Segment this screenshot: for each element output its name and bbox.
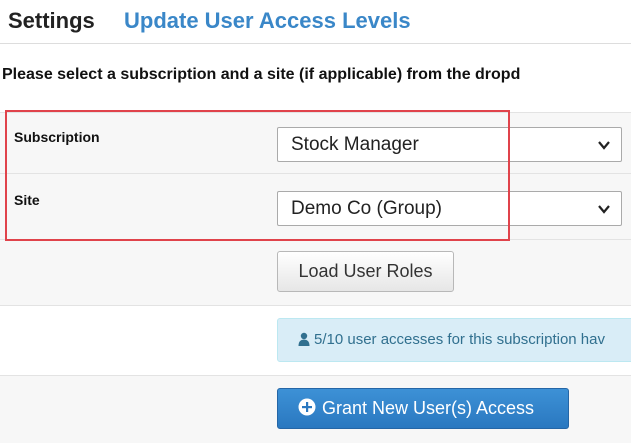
load-user-roles-button[interactable]: Load User Roles (277, 251, 454, 292)
subscription-select[interactable]: Stock Manager (277, 127, 622, 162)
grant-new-user-access-button[interactable]: Grant New User(s) Access (277, 388, 569, 429)
plus-circle-icon (298, 398, 316, 416)
subscription-row: Subscription Stock Manager (0, 112, 631, 174)
page-header: Settings Update User Access Levels (0, 0, 631, 44)
grant-row: Grant New User(s) Access (0, 376, 631, 443)
site-label: Site (14, 192, 40, 208)
user-access-info-text: 5/10 user accesses for this subscription… (314, 331, 605, 348)
subscription-label: Subscription (14, 129, 100, 145)
subscription-selected-value: Stock Manager (291, 134, 419, 155)
chevron-down-icon (598, 141, 610, 150)
page-title: Settings (8, 8, 95, 33)
site-select[interactable]: Demo Co (Group) (277, 191, 622, 226)
grant-button-label: Grant New User(s) Access (322, 398, 535, 418)
page-subtitle: Update User Access Levels (124, 8, 411, 33)
info-row: 5/10 user accesses for this subscription… (0, 306, 631, 376)
load-roles-row: Load User Roles (0, 240, 631, 306)
instruction-text: Please select a subscription and a site … (2, 66, 521, 83)
site-row: Site Demo Co (Group) (0, 174, 631, 240)
chevron-down-icon (598, 205, 610, 214)
user-icon (298, 332, 310, 347)
user-access-info-alert: 5/10 user accesses for this subscription… (277, 318, 631, 362)
site-selected-value: Demo Co (Group) (291, 198, 442, 219)
